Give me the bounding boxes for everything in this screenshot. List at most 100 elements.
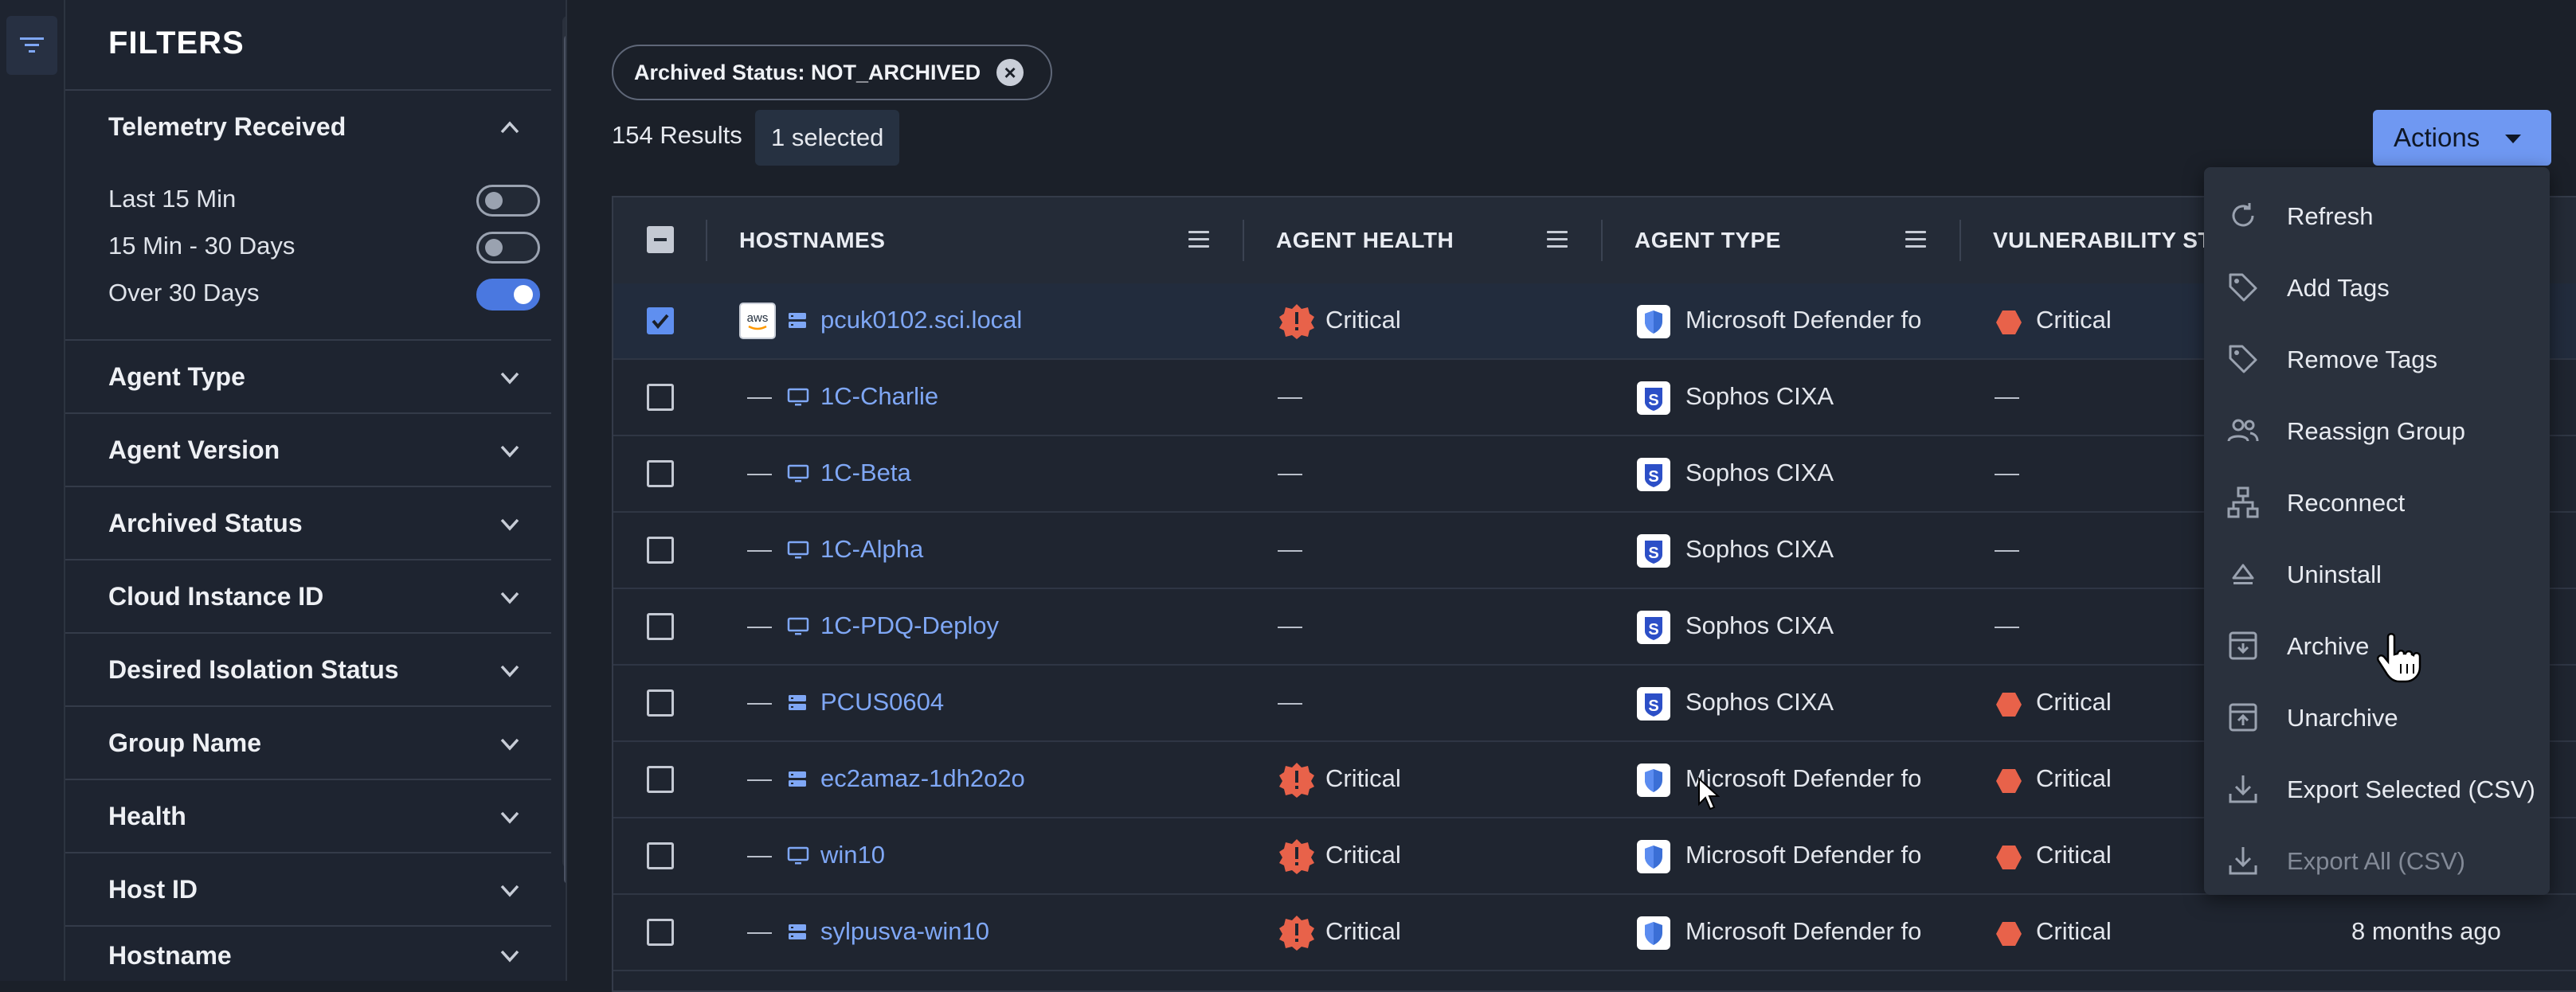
svg-text:S: S xyxy=(1648,621,1658,639)
row-expander[interactable]: — xyxy=(747,688,772,717)
hostname-link[interactable]: 1C-PDQ-Deploy xyxy=(820,611,999,640)
row-checkbox[interactable] xyxy=(647,537,674,564)
filters-panel: FILTERS Telemetry Received Last 15 Min 1… xyxy=(65,0,567,981)
row-checkbox[interactable] xyxy=(647,384,674,411)
hostname-link[interactable]: 1C-Alpha xyxy=(820,535,923,564)
table-row[interactable]: — sylpusva-win10 Critical Microsoft Defende… xyxy=(613,895,2576,971)
hostname-link[interactable]: 1C-Charlie xyxy=(820,382,938,411)
vulnerability-value: Critical xyxy=(2036,688,2112,716)
row-checkbox[interactable] xyxy=(647,307,674,334)
chevron-down-icon xyxy=(500,592,519,604)
row-expander[interactable]: — xyxy=(747,917,772,946)
main-content: Archived Status: NOT_ARCHIVED × 154 Resu… xyxy=(581,0,2576,992)
column-header-agent-health[interactable]: AGENT HEALTH xyxy=(1276,228,1454,253)
filter-section-label: Host ID xyxy=(108,874,198,904)
filter-section-health[interactable]: Health xyxy=(65,779,551,852)
agent-type-value: Microsoft Defender fo xyxy=(1685,306,1922,334)
hostname-link[interactable]: ec2amaz-1dh2o2o xyxy=(820,764,1025,793)
row-expander[interactable]: — xyxy=(747,841,772,869)
defender-icon xyxy=(1636,304,1671,343)
agent-type-value: Sophos CIXA xyxy=(1685,611,1834,639)
critical-vulnerability-icon xyxy=(1995,767,2023,799)
menu-item-export-all-csv: Export All (CSV) xyxy=(2204,823,2550,895)
critical-vulnerability-icon xyxy=(1995,920,2023,951)
toggle-over-30-days[interactable] xyxy=(476,279,540,310)
menu-item-reconnect[interactable]: Reconnect xyxy=(2204,465,2550,537)
menu-item-label: Uninstall xyxy=(2287,560,2382,588)
hostname-link[interactable]: pcuk0102.sci.local xyxy=(820,306,1022,334)
row-checkbox[interactable] xyxy=(647,689,674,717)
toggle-15-min-30-days[interactable] xyxy=(476,232,540,264)
filter-section-label: Group Name xyxy=(108,728,262,757)
menu-item-refresh[interactable]: Refresh xyxy=(2204,178,2550,250)
menu-item-remove-tags[interactable]: Remove Tags xyxy=(2204,322,2550,393)
filter-section-group-name[interactable]: Group Name xyxy=(65,705,551,779)
filter-section-agent-version[interactable]: Agent Version xyxy=(65,412,551,486)
server-icon xyxy=(787,693,808,717)
hostname-link[interactable]: win10 xyxy=(820,841,885,869)
filter-section-agent-type[interactable]: Agent Type xyxy=(65,339,551,412)
chevron-down-icon xyxy=(500,372,519,385)
critical-health-icon xyxy=(1278,914,1316,956)
filter-section-cloud-instance-id[interactable]: Cloud Instance ID xyxy=(65,559,551,632)
monitor-icon xyxy=(787,846,809,870)
sophos-icon: S xyxy=(1636,457,1671,496)
column-header-vulnerability-status[interactable]: VULNERABILITY STA xyxy=(1993,228,2227,253)
menu-item-unarchive[interactable]: Unarchive xyxy=(2204,680,2550,752)
column-header-agent-type[interactable]: AGENT TYPE xyxy=(1634,228,1781,253)
filter-section-hostname[interactable]: Hostname xyxy=(65,925,551,981)
row-expander[interactable]: — xyxy=(747,611,772,640)
download-icon xyxy=(2226,772,2260,806)
chip-label: Archived Status: NOT_ARCHIVED xyxy=(634,60,981,84)
hostname-link[interactable]: PCUS0604 xyxy=(820,688,944,717)
menu-item-label: Reconnect xyxy=(2287,489,2406,517)
menu-item-reassign-group[interactable]: Reassign Group xyxy=(2204,393,2550,465)
remove-filter-icon[interactable]: × xyxy=(996,59,1024,86)
row-checkbox[interactable] xyxy=(647,613,674,640)
filter-section-telemetry[interactable]: Telemetry Received xyxy=(65,89,551,162)
row-expander[interactable]: — xyxy=(747,459,772,487)
critical-health-icon xyxy=(1278,303,1316,345)
hostname-link[interactable]: sylpusva-win10 xyxy=(820,917,989,946)
aws-icon: aws xyxy=(739,303,776,343)
filter-option-label: Over 30 Days xyxy=(108,279,260,307)
row-expander[interactable]: — xyxy=(747,382,772,411)
menu-item-export-selected-csv[interactable]: Export Selected (CSV) xyxy=(2204,752,2550,823)
filter-toggle-button[interactable] xyxy=(6,16,57,75)
row-checkbox[interactable] xyxy=(647,842,674,869)
monitor-icon xyxy=(787,463,809,488)
menu-item-add-tags[interactable]: Add Tags xyxy=(2204,250,2550,322)
column-header-hostnames[interactable]: HOSTNAMES xyxy=(739,228,885,253)
defender-icon xyxy=(1636,763,1671,802)
monitor-icon xyxy=(787,387,809,412)
menu-item-label: Export Selected (CSV) xyxy=(2287,775,2535,803)
vulnerability-value: — xyxy=(1995,459,2019,486)
filter-section-desired-isolation-status[interactable]: Desired Isolation Status xyxy=(65,632,551,705)
filters-scrollbar[interactable] xyxy=(562,16,566,884)
filter-section-archived-status[interactable]: Archived Status xyxy=(65,486,551,559)
column-menu-icon[interactable] xyxy=(1547,231,1568,248)
chevron-down-icon xyxy=(500,811,519,824)
column-menu-icon[interactable] xyxy=(1905,231,1926,248)
unarchive-icon xyxy=(2226,701,2260,734)
agent-type-value: Sophos CIXA xyxy=(1685,382,1834,410)
caret-down-icon xyxy=(2505,135,2521,143)
defender-icon xyxy=(1636,916,1671,955)
filters-title: FILTERS xyxy=(108,25,245,61)
toggle-last-15-min[interactable] xyxy=(476,185,540,217)
svg-text:S: S xyxy=(1648,697,1658,715)
row-checkbox[interactable] xyxy=(647,919,674,946)
filter-section-host-id[interactable]: Host ID xyxy=(65,852,551,925)
vulnerability-value: Critical xyxy=(2036,841,2112,869)
agent-health-value: Critical xyxy=(1325,917,1401,945)
row-checkbox[interactable] xyxy=(647,766,674,793)
actions-button[interactable]: Actions xyxy=(2373,110,2551,166)
row-checkbox[interactable] xyxy=(647,460,674,487)
hostname-link[interactable]: 1C-Beta xyxy=(820,459,911,487)
select-all-checkbox[interactable] xyxy=(647,226,674,253)
row-expander[interactable]: — xyxy=(747,535,772,564)
menu-item-uninstall[interactable]: Uninstall xyxy=(2204,537,2550,608)
column-menu-icon[interactable] xyxy=(1188,231,1209,248)
row-expander[interactable]: — xyxy=(747,764,772,793)
tag-icon xyxy=(2226,342,2260,376)
